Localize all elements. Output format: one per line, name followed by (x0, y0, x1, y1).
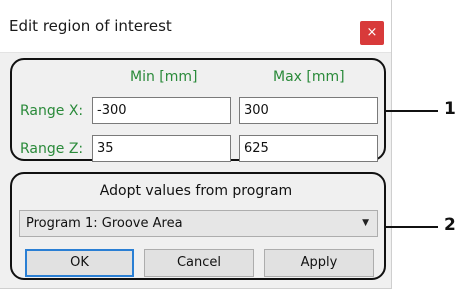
adopt-values-label: Adopt values from program (99, 183, 293, 199)
callout-number-1: 1 (444, 99, 456, 119)
cancel-button[interactable]: Cancel (144, 249, 254, 277)
range-x-max-field[interactable]: 300 (239, 97, 378, 124)
title-bar: Edit region of interest × (0, 0, 391, 53)
program-select[interactable]: Program 1: Groove Area ▼ (19, 210, 378, 237)
range-z-max-field[interactable]: 625 (239, 135, 378, 162)
close-icon: × (366, 25, 378, 40)
chevron-down-icon: ▼ (362, 218, 369, 228)
callout-line-2 (386, 226, 438, 228)
ok-button[interactable]: OK (25, 249, 134, 277)
dialog-title: Edit region of interest (9, 17, 172, 35)
range-x-min-field[interactable]: -300 (92, 97, 231, 124)
range-z-label: Range Z: (20, 141, 84, 157)
close-button[interactable]: × (360, 21, 384, 45)
edit-roi-dialog: Edit region of interest × Min [mm] Max [… (0, 0, 392, 289)
max-column-header: Max [mm] (273, 69, 345, 85)
program-select-value: Program 1: Groove Area (26, 216, 183, 231)
apply-button[interactable]: Apply (264, 249, 374, 277)
range-z-min-field[interactable]: 35 (92, 135, 231, 162)
range-x-label: Range X: (20, 103, 84, 119)
callout-number-2: 2 (444, 215, 456, 235)
min-column-header: Min [mm] (130, 69, 198, 85)
callout-line-1 (386, 110, 438, 112)
